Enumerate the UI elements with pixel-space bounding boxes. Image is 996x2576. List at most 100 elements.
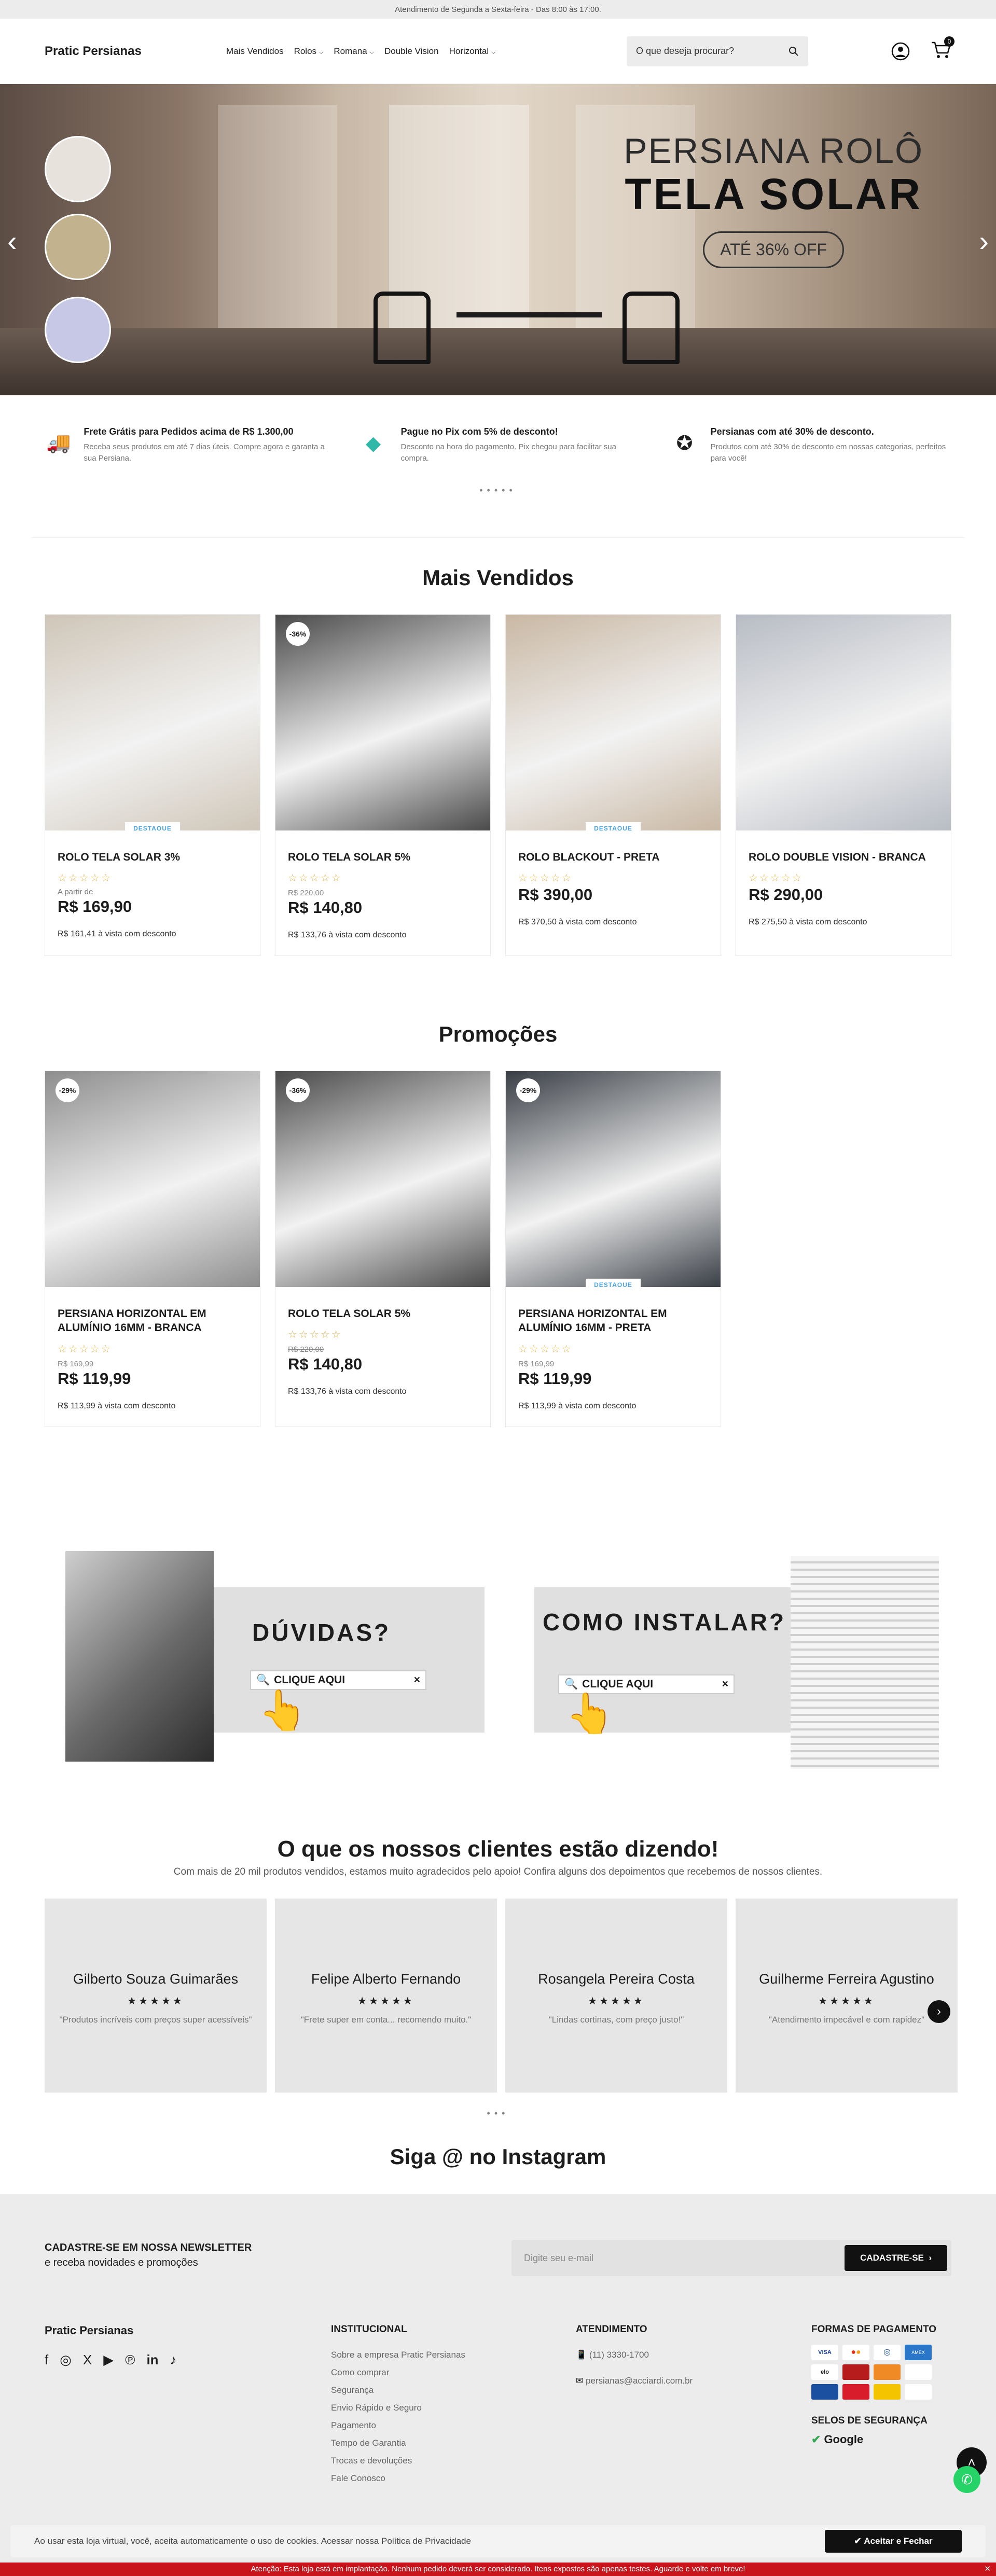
hero-next-arrow-icon[interactable]: › <box>979 224 989 258</box>
product-image[interactable]: -36% <box>275 1071 490 1287</box>
newsletter-submit-button[interactable]: CADASTRE-SE › <box>845 2245 947 2271</box>
nav-item-4[interactable]: Horizontal ⌵ <box>449 46 496 57</box>
instagram-icon[interactable]: ◎ <box>60 2352 72 2368</box>
product-image[interactable]: -36% <box>275 615 490 830</box>
product-price: R$ 140,80 <box>288 1355 363 1374</box>
announcement-text: Atendimento de Segunda a Sexta-feira - D… <box>395 5 601 14</box>
footer-link[interactable]: Trocas e devoluções <box>331 2456 465 2466</box>
tiktok-icon[interactable]: ♪ <box>170 2352 177 2368</box>
linkedin-icon[interactable]: in <box>146 2352 158 2368</box>
hero-thumb-1[interactable] <box>45 136 111 202</box>
nav-item-2[interactable]: Romana ⌵ <box>334 46 374 57</box>
cabal-icon <box>842 2384 869 2400</box>
site-header: Pratic Persianas Mais Vendidos Rolos ⌵ Roma… <box>0 19 996 84</box>
reviews-dots[interactable]: ••• <box>0 2108 996 2119</box>
product-card[interactable]: DESTAQUE ROLO BLACKOUT - PRETA ☆☆☆☆☆ R$ 390… <box>505 614 721 957</box>
product-info: ROLO TELA SOLAR 5% ☆☆☆☆☆ R$ 220,00 R$ 140,8… <box>275 1287 490 1412</box>
footer-link[interactable]: Pagamento <box>331 2420 465 2431</box>
header-icons: 0 <box>891 36 955 62</box>
cookie-accept-button[interactable]: ✔ Aceitar e Fechar <box>825 2530 962 2553</box>
install-banner[interactable]: COMO INSTALAR? 🔍 CLIQUE AQUI × 👆 <box>534 1556 939 1769</box>
product-info: ROLO DOUBLE VISION - BRANCA ☆☆☆☆☆ R$ 290,0… <box>736 830 951 943</box>
search-box[interactable]: O que deseja procurar? <box>627 36 808 66</box>
x-icon[interactable]: X <box>83 2352 92 2368</box>
review-stars: ★★★★★ <box>357 1996 414 2007</box>
footer-link[interactable]: Segurança <box>331 2385 465 2395</box>
search-icon[interactable] <box>789 46 799 57</box>
footer-link[interactable]: Tempo de Garantia <box>331 2438 465 2448</box>
hero-discount-badge: ATÉ 36% OFF <box>703 231 844 268</box>
faq-banner[interactable]: DÚVIDAS? 🔍 CLIQUE AQUI × 👆 <box>65 1551 485 1762</box>
youtube-icon[interactable]: ▶ <box>103 2352 114 2368</box>
hipercard-icon <box>842 2364 869 2380</box>
hero-line1: PERSIANA ROLÔ <box>624 131 923 171</box>
footer-link[interactable]: Sobre a empresa Pratic Persianas <box>331 2350 465 2360</box>
hero-thumb-2[interactable] <box>45 214 111 280</box>
product-card[interactable]: -29% DESTAQUE PERSIANA HORIZONTAL EM ALUMÍ… <box>505 1071 721 1427</box>
product-name[interactable]: PERSIANA HORIZONTAL EM ALUMÍNIO 16MM - B… <box>58 1307 247 1335</box>
boleto-icon <box>874 2384 901 2400</box>
security-title: SELOS DE SEGURANÇA <box>811 2415 928 2426</box>
benefit-item: ✪ Persianas com até 30% de desconto. Produ… <box>670 426 951 464</box>
review-card: Guilherme Ferreira Agustino ★★★★★ "Atendim… <box>736 1899 958 2093</box>
service-email[interactable]: persianas@acciardi.com.br <box>586 2376 693 2386</box>
pix-price: R$ 275,50 à vista com desconto <box>749 918 867 927</box>
product-name[interactable]: ROLO TELA SOLAR 5% <box>288 1307 478 1321</box>
discount-tag: -36% <box>286 622 310 646</box>
phone-icon: 📱 <box>576 2350 587 2360</box>
nav-item-label: Romana <box>334 46 367 56</box>
product-card[interactable]: -36% ROLO TELA SOLAR 5% ☆☆☆☆☆ R$ 220,00 R$ 1… <box>275 614 491 957</box>
benefit-text: Desconto na hora do pagamento. Pix chego… <box>400 442 616 463</box>
product-name[interactable]: ROLO TELA SOLAR 3% <box>58 850 247 864</box>
footer-service: ATENDIMENTO 📱 (11) 3330-1700 ✉ persianas… <box>576 2324 693 2386</box>
product-card[interactable]: DESTAQUE ROLO TELA SOLAR 3% ☆☆☆☆☆ A partir … <box>45 614 260 957</box>
social-links: f ◎ X ▶ ℗ in ♪ <box>45 2352 177 2368</box>
product-name[interactable]: PERSIANA HORIZONTAL EM ALUMÍNIO 16MM - P… <box>518 1307 708 1335</box>
hero-banner[interactable]: PERSIANA ROLÔ TELA SOLAR ATÉ 36% OFF ‹ › <box>0 84 996 395</box>
product-price: R$ 140,80 <box>288 898 363 917</box>
footer-link[interactable]: Envio Rápido e Seguro <box>331 2403 465 2413</box>
hero-prev-arrow-icon[interactable]: ‹ <box>7 224 17 258</box>
product-card[interactable]: ROLO DOUBLE VISION - BRANCA ☆☆☆☆☆ R$ 290,0… <box>736 614 951 957</box>
product-image[interactable]: -29% <box>45 1071 260 1287</box>
cookie-text[interactable]: Ao usar esta loja virtual, você, aceita … <box>34 2536 471 2546</box>
testimonials-subtitle: Com mais de 20 mil produtos vendidos, es… <box>173 1866 823 1877</box>
whatsapp-button[interactable]: ✆ <box>953 2466 980 2493</box>
product-name[interactable]: ROLO TELA SOLAR 5% <box>288 850 478 864</box>
product-image[interactable]: -29% DESTAQUE <box>506 1071 721 1287</box>
service-phone[interactable]: (11) 3330-1700 <box>589 2350 649 2360</box>
nav-item-1[interactable]: Rolos ⌵ <box>294 46 324 57</box>
cart-button[interactable]: 0 <box>931 36 955 62</box>
pointer-hand-icon: 👆 <box>565 1692 615 1736</box>
site-logo[interactable]: Pratic Persianas <box>45 44 226 59</box>
old-price: R$ 220,00 <box>288 1345 324 1354</box>
product-image[interactable]: DESTAQUE <box>506 615 721 830</box>
close-icon[interactable]: ✕ <box>984 2563 991 2576</box>
benefit-item: ◆ Pague no Pix com 5% de desconto! Descont… <box>357 426 639 464</box>
nav-item-3[interactable]: Double Vision <box>384 46 439 57</box>
search-input[interactable]: O que deseja procurar? <box>636 46 734 57</box>
facebook-icon[interactable]: f <box>45 2352 48 2368</box>
mastercard-icon: ●● <box>842 2345 869 2360</box>
pinterest-icon[interactable]: ℗ <box>125 2352 135 2368</box>
nav-item-0[interactable]: Mais Vendidos <box>226 46 284 57</box>
product-image[interactable]: DESTAQUE <box>45 615 260 830</box>
product-image[interactable] <box>736 615 951 830</box>
old-price: R$ 169,99 <box>58 1359 94 1368</box>
account-icon[interactable] <box>891 42 910 61</box>
rating-stars: ☆☆☆☆☆ <box>58 872 112 884</box>
pix-price: R$ 161,41 à vista com desconto <box>58 930 176 939</box>
product-price: R$ 119,99 <box>58 1369 131 1388</box>
newsletter-email-input[interactable]: Digite seu e-mail <box>524 2253 845 2264</box>
review-text: "Produtos incríveis com preços super ace… <box>59 2015 252 2025</box>
product-card[interactable]: -29% PERSIANA HORIZONTAL EM ALUMÍNIO 16MM… <box>45 1071 260 1427</box>
hero-thumb-3[interactable] <box>45 297 111 363</box>
product-name[interactable]: ROLO BLACKOUT - PRETA <box>518 850 708 864</box>
footer-link[interactable]: Como comprar <box>331 2367 465 2378</box>
benefits-dots[interactable]: ••••• <box>0 485 996 496</box>
footer-brand: Pratic Persianas <box>45 2324 134 2337</box>
footer-link[interactable]: Fale Conosco <box>331 2473 465 2484</box>
reviews-next-button[interactable]: › <box>928 2000 950 2023</box>
product-name[interactable]: ROLO DOUBLE VISION - BRANCA <box>749 850 938 864</box>
product-card[interactable]: -36% ROLO TELA SOLAR 5% ☆☆☆☆☆ R$ 220,00 R$ 1… <box>275 1071 491 1427</box>
